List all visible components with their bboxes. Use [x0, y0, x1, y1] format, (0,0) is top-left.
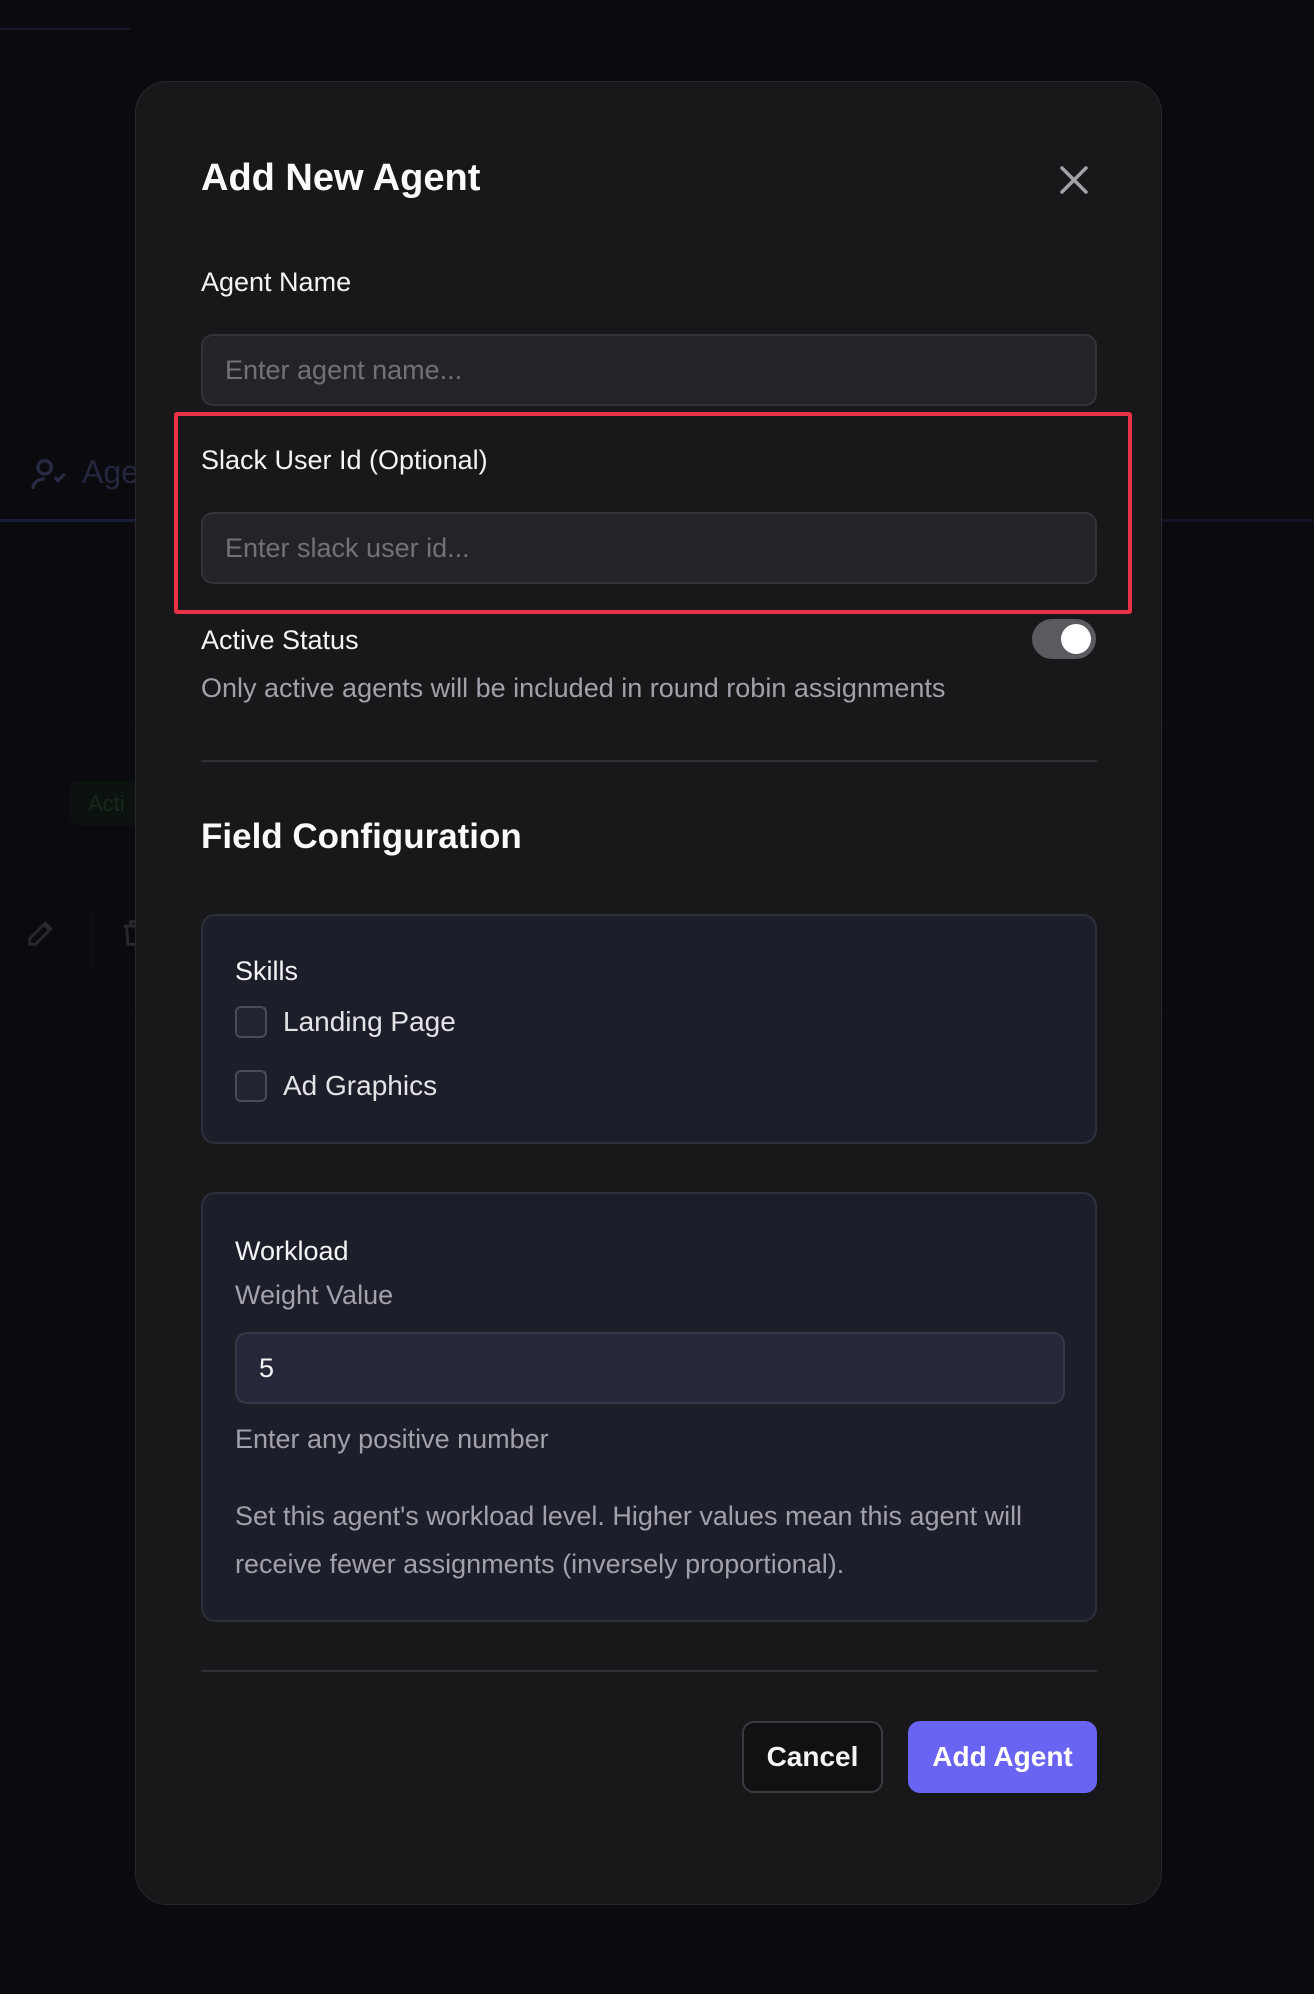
workload-description: Set this agent's workload level. Higher …	[235, 1501, 1023, 1579]
workload-title: Workload	[235, 1236, 349, 1266]
active-status-toggle[interactable]	[1032, 619, 1096, 659]
skills-card: Skills Landing Page Ad Graphics	[201, 914, 1097, 1144]
footer-divider	[201, 1670, 1097, 1672]
ad-graphics-checkbox[interactable]	[235, 1070, 267, 1102]
agent-name-label: Agent Name	[201, 267, 352, 297]
landing-page-label: Landing Page	[283, 1006, 456, 1037]
weight-value-label: Weight Value	[235, 1280, 394, 1310]
workload-card: Workload Weight Value Enter any positive…	[201, 1192, 1097, 1622]
add-agent-modal: Add New Agent Agent Name Slack User Id (…	[135, 81, 1162, 1905]
modal-title: Add New Agent	[201, 157, 481, 199]
landing-page-checkbox[interactable]	[235, 1006, 267, 1038]
toggle-knob	[1061, 624, 1091, 654]
skills-title: Skills	[235, 956, 299, 986]
field-configuration-title: Field Configuration	[201, 817, 522, 856]
cancel-button[interactable]: Cancel	[742, 1721, 883, 1793]
active-status-label: Active Status	[201, 625, 359, 655]
slack-user-id-label: Slack User Id (Optional)	[201, 445, 488, 475]
weight-value-input[interactable]	[235, 1332, 1065, 1404]
weight-value-hint: Enter any positive number	[235, 1424, 549, 1454]
slack-user-id-input[interactable]	[201, 512, 1097, 584]
ad-graphics-label: Ad Graphics	[283, 1070, 438, 1101]
close-icon[interactable]	[1054, 160, 1094, 200]
skill-option-landing-page[interactable]: Landing Page	[235, 1004, 456, 1040]
add-agent-button[interactable]: Add Agent	[908, 1721, 1097, 1793]
skill-option-ad-graphics[interactable]: Ad Graphics	[235, 1068, 437, 1104]
agent-name-input[interactable]	[201, 334, 1097, 406]
section-divider	[201, 760, 1097, 762]
active-status-description: Only active agents will be included in r…	[201, 673, 946, 703]
